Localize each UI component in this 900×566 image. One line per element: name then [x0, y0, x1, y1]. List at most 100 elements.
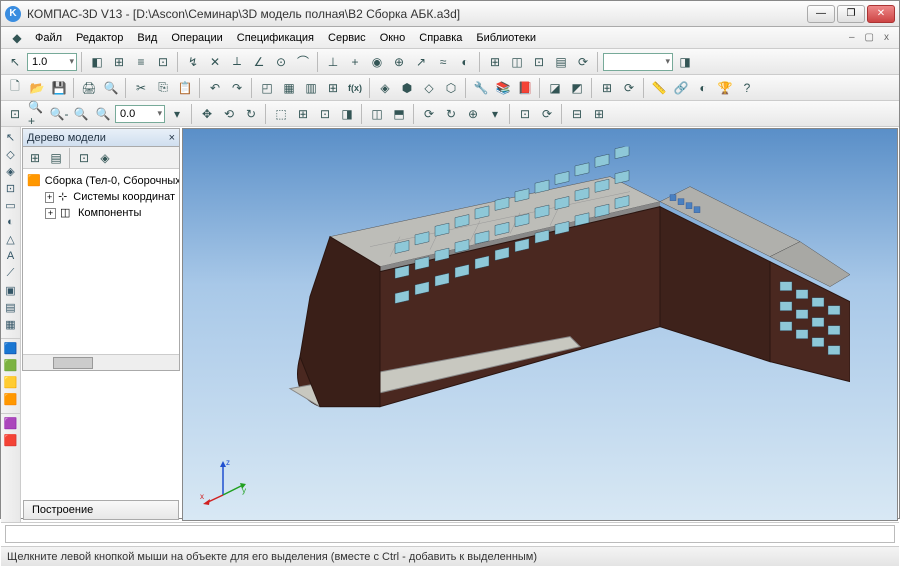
tool-icon[interactable]: ⊞	[109, 52, 129, 72]
command-input[interactable]	[5, 525, 895, 543]
tool-icon[interactable]: 📚	[493, 78, 513, 98]
orbit-icon[interactable]: ↻	[241, 104, 261, 124]
tool-icon[interactable]: ⟳	[419, 104, 439, 124]
tool-icon[interactable]: ⊕	[389, 52, 409, 72]
copy-icon[interactable]: ⎘	[153, 78, 173, 98]
zoom-fit-icon[interactable]: ⊡	[5, 104, 25, 124]
tool-icon[interactable]: ⟋	[3, 265, 19, 281]
zoom-out-icon[interactable]: 🔍-	[49, 104, 69, 124]
menu-operations[interactable]: Операции	[165, 30, 228, 46]
tree-tool-icon[interactable]: ⊞	[25, 148, 45, 168]
tool-icon[interactable]: 🔧	[471, 78, 491, 98]
tool-icon[interactable]: ◰	[257, 78, 277, 98]
paste-icon[interactable]: 📋	[175, 78, 195, 98]
tool-icon[interactable]: ◈	[375, 78, 395, 98]
tree-scrollbar[interactable]	[23, 354, 179, 370]
tool-icon[interactable]: ◈	[3, 163, 19, 179]
tool-icon[interactable]: ▤	[551, 52, 571, 72]
tool-icon[interactable]: ⊡	[515, 104, 535, 124]
tool-icon[interactable]: ⟳	[573, 52, 593, 72]
tool-icon[interactable]: +	[345, 52, 365, 72]
undo-icon[interactable]: ↶	[205, 78, 225, 98]
tree-tool-icon[interactable]: ⊡	[74, 148, 94, 168]
tool-icon[interactable]: 🟨	[3, 374, 19, 390]
maximize-button[interactable]: ❐	[837, 5, 865, 23]
tool-icon[interactable]: ◐	[455, 52, 475, 72]
menu-window[interactable]: Окно	[374, 30, 412, 46]
cut-icon[interactable]: ✂	[131, 78, 151, 98]
3d-viewport[interactable]: z y x	[182, 128, 898, 521]
tool-icon[interactable]: ◩	[567, 78, 587, 98]
perspective-icon[interactable]: ◫	[367, 104, 387, 124]
tool-icon[interactable]: ≡	[131, 52, 151, 72]
tool-icon[interactable]: ✕	[205, 52, 225, 72]
tool-icon[interactable]: ◧	[87, 52, 107, 72]
tool-icon[interactable]: ⟳	[619, 78, 639, 98]
view-icon[interactable]: ⬚	[271, 104, 291, 124]
tree-close-icon[interactable]: ×	[169, 132, 175, 144]
zoom-icon[interactable]: 🔍	[93, 104, 113, 124]
tool-icon[interactable]: 🟧	[3, 391, 19, 407]
save-icon[interactable]: 💾	[49, 78, 69, 98]
hidden-icon[interactable]: ⊡	[315, 104, 335, 124]
menu-spec[interactable]: Спецификация	[231, 30, 320, 46]
tool-icon[interactable]: ▾	[485, 104, 505, 124]
expand-icon[interactable]: +	[45, 192, 54, 203]
menu-service[interactable]: Сервис	[322, 30, 372, 46]
menu-file[interactable]: Файл	[29, 30, 68, 46]
tool-icon[interactable]: ▦	[279, 78, 299, 98]
print-icon[interactable]: 🖨	[79, 78, 99, 98]
tool-icon[interactable]: ◪	[545, 78, 565, 98]
tool-icon[interactable]: ↗	[411, 52, 431, 72]
tool-icon[interactable]: 🟩	[3, 357, 19, 373]
tool-icon[interactable]: ↯	[183, 52, 203, 72]
preview-icon[interactable]: 🔍	[101, 78, 121, 98]
tool-icon[interactable]: ⊟	[567, 104, 587, 124]
tool-icon[interactable]: 🔗	[671, 78, 691, 98]
tool-icon[interactable]: ⬡	[441, 78, 461, 98]
tool-icon[interactable]: ◉	[367, 52, 387, 72]
tree-root[interactable]: 🟧 Сборка (Тел-0, Сборочных е...	[23, 173, 179, 189]
doc-maximize-button[interactable]: ▢	[861, 32, 878, 43]
tool-icon[interactable]: ▭	[3, 197, 19, 213]
tool-icon[interactable]: ∠	[249, 52, 269, 72]
shaded-icon[interactable]: ◨	[337, 104, 357, 124]
tool-icon[interactable]: ◇	[419, 78, 439, 98]
tool-icon[interactable]: 📕	[515, 78, 535, 98]
tool-icon[interactable]: ▣	[3, 282, 19, 298]
tree-item[interactable]: + ⊹ Системы координат	[23, 189, 179, 205]
tool-icon[interactable]: ⊞	[323, 78, 343, 98]
expand-icon[interactable]: +	[45, 208, 56, 219]
tool-icon[interactable]: ⊡	[153, 52, 173, 72]
menu-help[interactable]: Справка	[413, 30, 468, 46]
doc-close-button[interactable]: x	[880, 32, 893, 43]
new-icon[interactable]: 🗋	[5, 78, 25, 98]
tool-icon[interactable]: ⊡	[3, 180, 19, 196]
tool-icon[interactable]: ⊞	[589, 104, 609, 124]
tool-icon[interactable]: ⬒	[389, 104, 409, 124]
tool-icon[interactable]: ⟂	[227, 52, 247, 72]
tool-icon[interactable]: 🟪	[3, 415, 19, 431]
model-tree[interactable]: 🟧 Сборка (Тел-0, Сборочных е... + ⊹ Сист…	[23, 169, 179, 354]
menu-editor[interactable]: Редактор	[70, 30, 129, 46]
tool-icon[interactable]: ⊥	[323, 52, 343, 72]
open-icon[interactable]: 📂	[27, 78, 47, 98]
wireframe-icon[interactable]: ⊞	[293, 104, 313, 124]
cursor-icon[interactable]: ↖	[5, 52, 25, 72]
rotate-icon[interactable]: ⟲	[219, 104, 239, 124]
tool-icon[interactable]: ▥	[301, 78, 321, 98]
app-menu-icon[interactable]: ◆	[7, 28, 27, 48]
tool-icon[interactable]: ⟳	[537, 104, 557, 124]
tool-icon[interactable]: ◫	[507, 52, 527, 72]
doc-minimize-button[interactable]: –	[845, 32, 859, 43]
menu-libraries[interactable]: Библиотеки	[470, 30, 542, 46]
tool-icon[interactable]: ≈	[433, 52, 453, 72]
tree-item[interactable]: + ◫ Компоненты	[23, 205, 179, 221]
tool-icon[interactable]: ◇	[3, 146, 19, 162]
pan-icon[interactable]: ✥	[197, 104, 217, 124]
zoom-window-icon[interactable]: 🔍	[71, 104, 91, 124]
tool-icon[interactable]: ◐	[3, 214, 19, 230]
tool-icon[interactable]: △	[3, 231, 19, 247]
chevron-down-icon[interactable]: ▾	[167, 104, 187, 124]
tool-icon[interactable]: A	[3, 248, 19, 264]
